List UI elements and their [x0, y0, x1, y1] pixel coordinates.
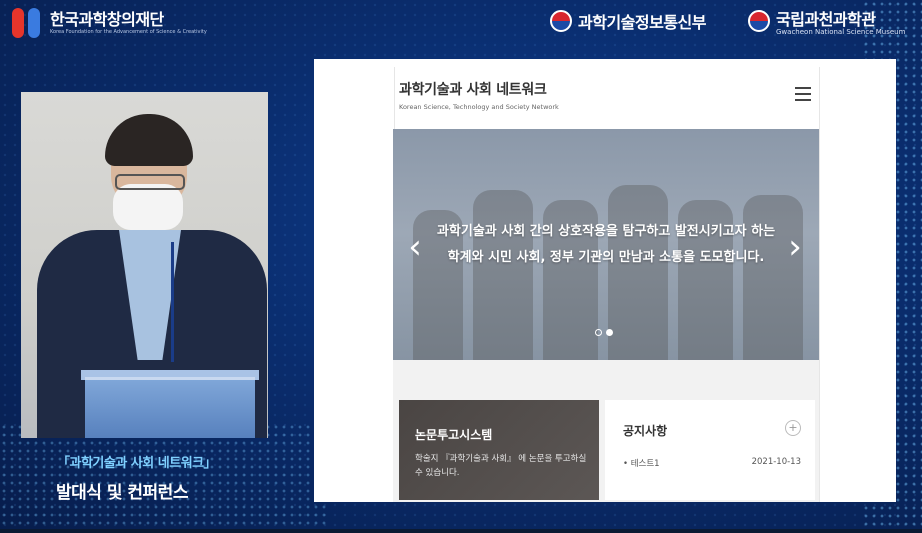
- foundation-logo: 한국과학창의재단 Korea Foundation for the Advanc…: [12, 8, 207, 38]
- paper-submission-card[interactable]: 논문투고시스템 학술지 『과학기술과 사회』 에 논문을 투고하실 수 있습니다…: [399, 400, 599, 500]
- speaker-hair: [105, 114, 193, 166]
- notice-item[interactable]: • 테스트1 2021-10-13: [623, 457, 801, 469]
- notice-card: 공지사항 + • 테스트1 2021-10-13: [605, 400, 815, 500]
- paper-submission-description: 학술지 『과학기술과 사회』 에 논문을 투고하실 수 있습니다.: [415, 454, 587, 478]
- bottom-bar: [0, 529, 922, 533]
- carousel-dot[interactable]: [595, 329, 602, 336]
- speaker-lanyard: [171, 242, 174, 362]
- foundation-logo-mark-icon: [12, 8, 42, 38]
- foundation-subtitle: Korea Foundation for the Advancement of …: [50, 28, 207, 35]
- event-caption-title: 「과학기술과 사회 네트워크」: [57, 456, 217, 471]
- notice-title: 공지사항: [623, 424, 668, 438]
- hero-figure: [608, 185, 668, 360]
- museum-logo: 국립과천과학관 Gwacheon National Science Museum: [748, 6, 905, 36]
- shared-screen: 과학기술과 사회 네트워크 Korean Science, Technology…: [314, 59, 896, 502]
- carousel-pager: [595, 329, 613, 336]
- speaker-video: [21, 92, 268, 438]
- face-mask: [113, 184, 183, 230]
- podium: [85, 377, 255, 438]
- paper-submission-title: 논문투고시스템: [415, 428, 493, 442]
- hamburger-menu-icon[interactable]: [795, 87, 811, 101]
- notice-item-date: 2021-10-13: [751, 457, 801, 467]
- foundation-name: 한국과학창의재단: [50, 9, 164, 29]
- hero-banner: 과학기술과 사회 간의 상호작용을 탐구하고 발전시키고자 하는 학계와 시민 …: [393, 129, 819, 360]
- notice-item-label: • 테스트1: [623, 459, 660, 469]
- hero-text: 과학기술과 사회 간의 상호작용을 탐구하고 발전시키고자 하는 학계와 시민 …: [393, 219, 819, 271]
- museum-subtitle: Gwacheon National Science Museum: [776, 28, 906, 36]
- carousel-dot-active[interactable]: [606, 329, 613, 336]
- hero-text-line2: 학계와 시민 사회, 정부 기관의 만남과 소통을 도모합니다.: [447, 250, 765, 265]
- content-section: 논문투고시스템 학술지 『과학기술과 사회』 에 논문을 투고하실 수 있습니다…: [393, 360, 819, 502]
- museum-name: 국립과천과학관: [776, 10, 876, 29]
- more-plus-icon[interactable]: +: [785, 420, 801, 436]
- ministry-logo: 과학기술정보통신부: [550, 9, 706, 33]
- glasses-icon: [115, 174, 185, 190]
- carousel-prev-arrow-icon[interactable]: ‹: [405, 227, 425, 267]
- taegeuk-emblem-icon: [748, 10, 770, 32]
- website-page: 과학기술과 사회 네트워크 Korean Science, Technology…: [393, 67, 820, 502]
- taegeuk-emblem-icon: [550, 10, 572, 32]
- site-subtitle: Korean Science, Technology and Society N…: [399, 103, 559, 111]
- hero-figure: [473, 190, 533, 360]
- event-caption-subtitle: 발대식 및 컨퍼런스: [56, 483, 188, 503]
- ministry-name: 과학기술정보통신부: [578, 13, 706, 32]
- carousel-next-arrow-icon[interactable]: ›: [785, 227, 805, 267]
- hero-text-line1: 과학기술과 사회 간의 상호작용을 탐구하고 발전시키고자 하는: [436, 224, 776, 239]
- site-title[interactable]: 과학기술과 사회 네트워크: [399, 79, 547, 99]
